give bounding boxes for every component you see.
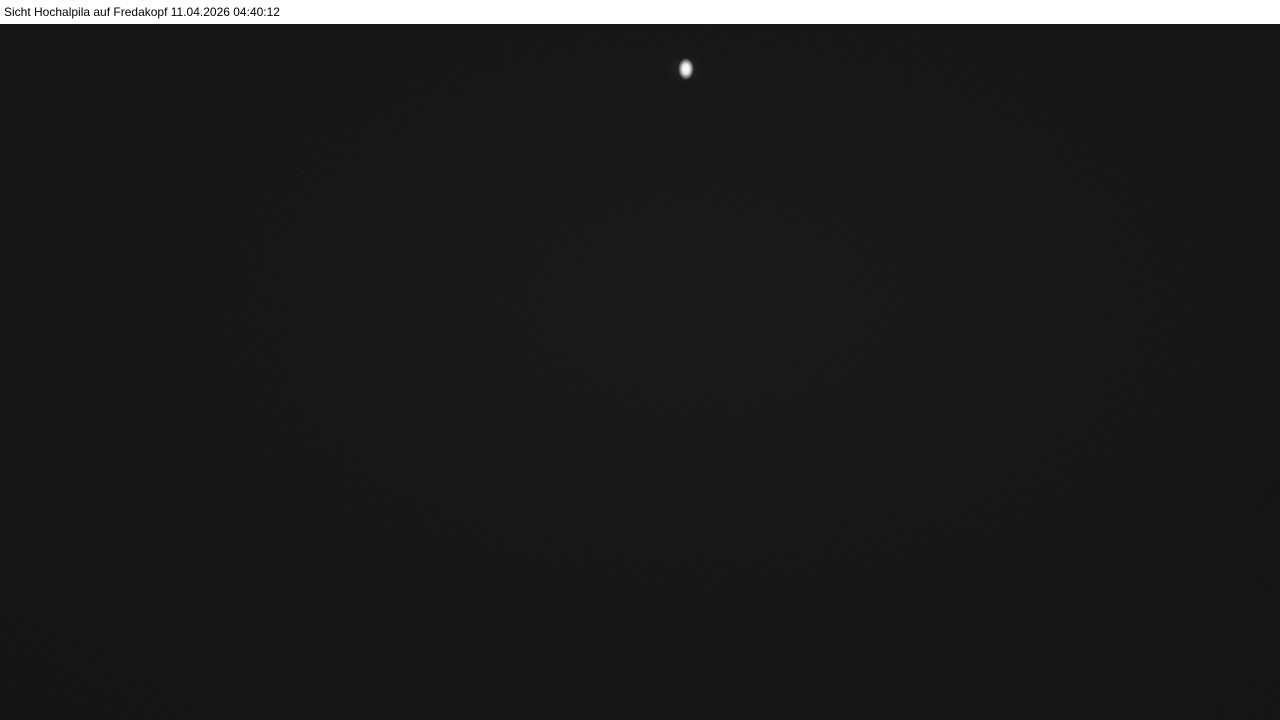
webcam-caption-bar: Sicht Hochalpila auf Fredakopf 11.04.202… [0, 0, 1280, 24]
webcam-caption-text: Sicht Hochalpila auf Fredakopf 11.04.202… [4, 5, 280, 19]
sensor-noise [0, 24, 1280, 720]
webcam-night-image [0, 24, 1280, 720]
night-scene-svg [0, 24, 1280, 720]
light-point [678, 58, 694, 80]
